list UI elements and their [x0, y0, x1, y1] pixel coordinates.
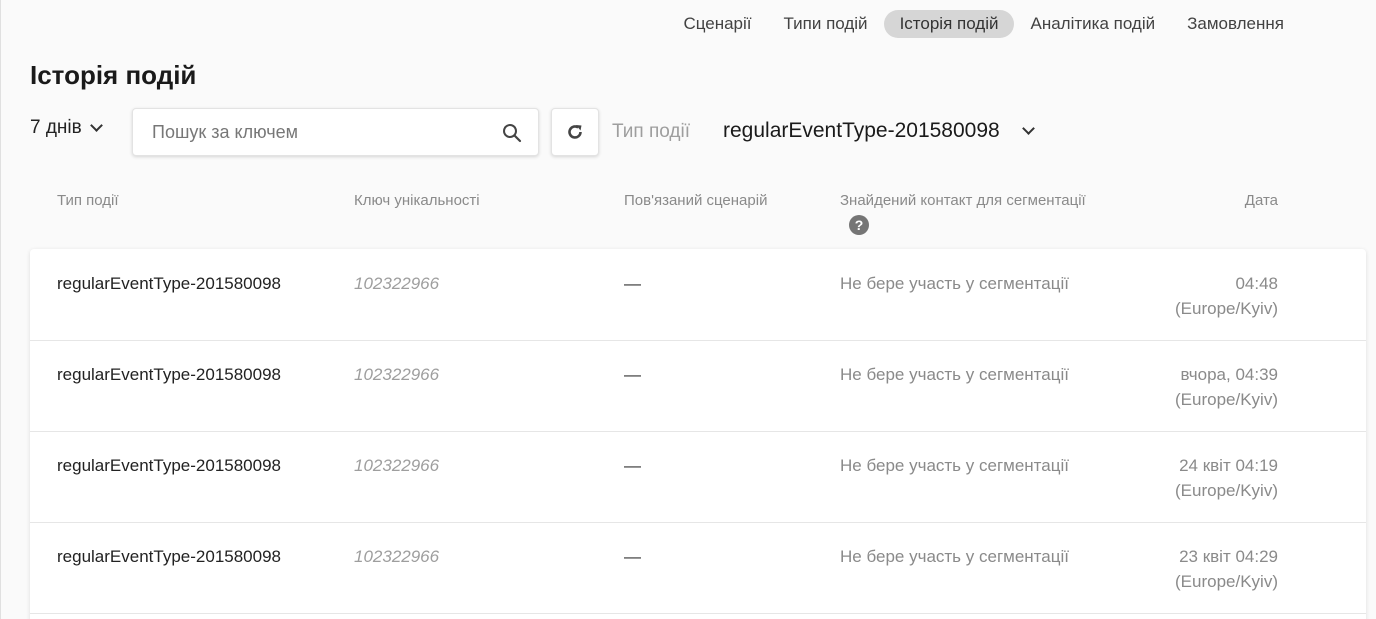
header-unique-key: Ключ унікальності: [354, 192, 480, 209]
date-timezone: (Europe/Kyiv): [1175, 572, 1278, 591]
cell-unique-key: 102322966: [354, 365, 440, 384]
event-type-label: Тип події: [612, 121, 690, 142]
header-segment-contact: Знайдений контакт для сегментації: [840, 192, 1086, 209]
nav-event-analytics[interactable]: Аналітика подій: [1014, 10, 1171, 38]
nav-orders[interactable]: Замовлення: [1171, 10, 1300, 38]
header-date: Дата: [1244, 192, 1278, 209]
date-value: 24 квіт 04:19: [1179, 456, 1278, 475]
top-nav: Сценарії Типи подій Історія подій Аналіт…: [667, 10, 1300, 38]
date-timezone: (Europe/Kyiv): [1175, 481, 1278, 500]
cell-scenario: —: [624, 547, 641, 566]
cell-event-type: regularEventType-201580098: [57, 547, 281, 566]
header-event-type: Тип події: [57, 192, 119, 209]
search-input[interactable]: [133, 121, 473, 143]
cell-segment: Не бере участь у сегментації: [840, 456, 1069, 475]
table-row[interactable]: regularEventType-201580098 102322966 — Н…: [30, 340, 1366, 432]
period-dropdown[interactable]: 7 днів: [30, 117, 103, 139]
cell-scenario: —: [624, 456, 641, 475]
table-row[interactable]: regularEventType-201580098 102322966 — Н…: [30, 249, 1366, 341]
cell-event-type: regularEventType-201580098: [57, 274, 281, 293]
cell-segment: Не бере участь у сегментації: [840, 274, 1069, 293]
nav-event-types[interactable]: Типи подій: [768, 10, 884, 38]
chevron-down-icon: [89, 119, 103, 132]
table-row[interactable]: regularEventType-201580098 102322966 — Н…: [30, 431, 1366, 523]
period-label: 7 днів: [30, 117, 82, 138]
cell-event-type: regularEventType-201580098: [57, 456, 281, 475]
date-value: 04:48: [1235, 274, 1278, 293]
cell-segment: Не бере участь у сегментації: [840, 547, 1069, 566]
chevron-down-icon: [1021, 122, 1035, 135]
cell-segment: Не бере участь у сегментації: [840, 365, 1069, 384]
event-type-value: regularEventType-201580098: [723, 119, 1000, 142]
refresh-icon: [568, 125, 582, 139]
nav-scenarios[interactable]: Сценарії: [667, 10, 767, 38]
refresh-button[interactable]: [551, 108, 599, 156]
help-icon[interactable]: ?: [849, 215, 869, 235]
page-title: Історія подій: [30, 60, 197, 90]
cell-date: 24 квіт 04:19 (Europe/Kyiv): [1175, 453, 1278, 503]
cell-unique-key: 102322966: [354, 274, 440, 293]
cell-unique-key: 102322966: [354, 547, 440, 566]
cell-date: 23 квіт 04:29 (Europe/Kyiv): [1175, 544, 1278, 594]
cell-event-type: regularEventType-201580098: [57, 365, 281, 384]
search-icon[interactable]: [502, 123, 522, 143]
events-table: regularEventType-201580098 102322966 — Н…: [30, 249, 1366, 619]
cell-unique-key: 102322966: [354, 456, 440, 475]
cell-scenario: —: [624, 365, 641, 384]
date-timezone: (Europe/Kyiv): [1175, 390, 1278, 409]
date-value: 23 квіт 04:29: [1179, 547, 1278, 566]
table-row[interactable]: regularEventType-201580098 102322966 — Н…: [30, 522, 1366, 614]
cell-date: вчора, 04:39 (Europe/Kyiv): [1175, 362, 1278, 412]
date-timezone: (Europe/Kyiv): [1175, 299, 1278, 318]
window-edge: [0, 0, 1, 619]
nav-event-history[interactable]: Історія подій: [883, 10, 1015, 38]
event-type-select[interactable]: regularEventType-201580098: [723, 119, 1035, 143]
search-box: [132, 108, 539, 156]
cell-scenario: —: [624, 274, 641, 293]
cell-date: 04:48 (Europe/Kyiv): [1175, 271, 1278, 321]
date-value: вчора, 04:39: [1180, 365, 1278, 384]
header-linked-scenario: Пов'язаний сценарій: [624, 192, 768, 209]
